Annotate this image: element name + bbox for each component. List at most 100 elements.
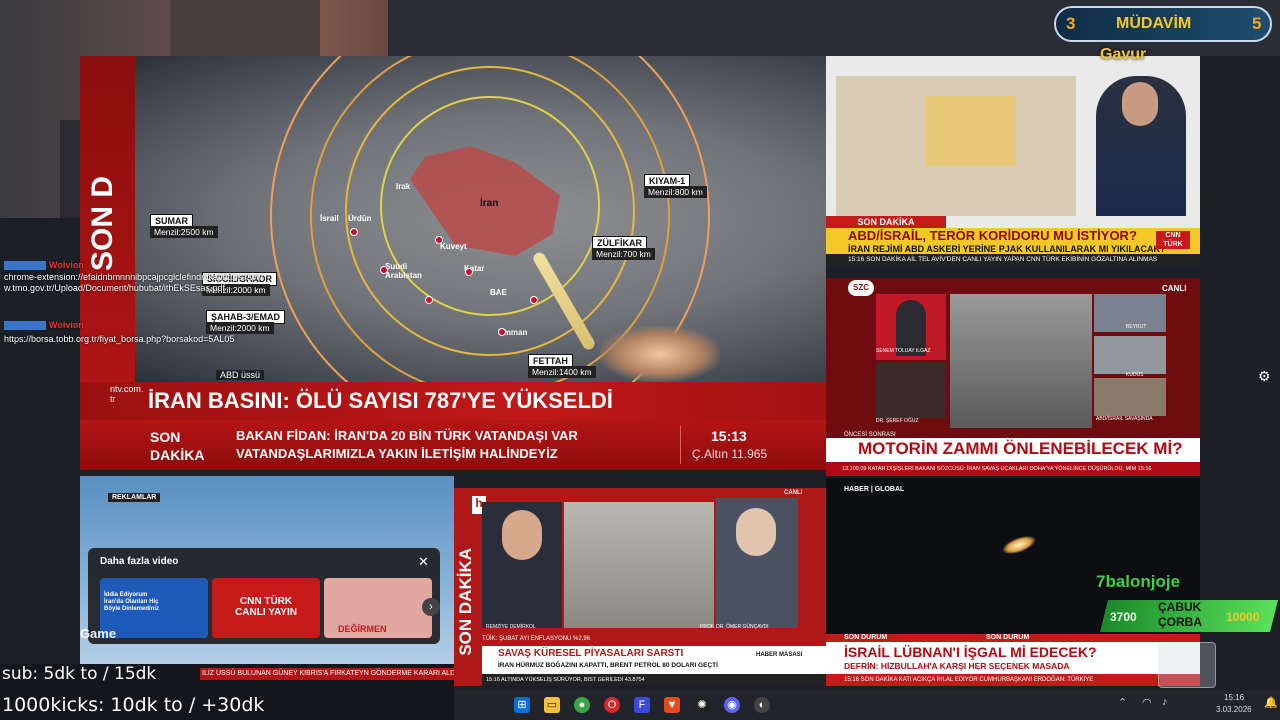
tuik-line: TÜİK: ŞUBAT AYI ENFLASYONU %2,96 xyxy=(482,636,591,642)
ntv-headline: İRAN BASINI: ÖLÜ SAYISI 787'YE YÜKSELDİ xyxy=(148,388,613,413)
ntv-ticker: SON DAKİKA BAKAN FİDAN: İRAN'DA 20 BİN T… xyxy=(80,420,826,470)
side-text: SON D xyxy=(86,176,119,272)
ntv-headline-bar: ntv.com.tr İRAN BASINI: ÖLÜ SAYISI 787'Y… xyxy=(80,382,826,420)
video-card[interactable]: CNN TÜRK CANLI YAYIN xyxy=(212,578,320,638)
szc-logo: SZC xyxy=(848,280,874,296)
place-label: BAE xyxy=(490,288,507,297)
base-dot xyxy=(380,266,388,274)
ntv-logo: ntv.com.tr xyxy=(110,384,144,404)
video-card[interactable]: DEĞİRMEN xyxy=(324,578,432,638)
gavur-label: Gavur xyxy=(1100,46,1147,63)
goal-left-number: 3700 xyxy=(1110,610,1137,624)
guest-face xyxy=(736,508,776,556)
rocket-trail xyxy=(1000,532,1038,558)
haber-sub: DEFRİN: HİZBULLAH'A KARŞI HER SEÇENEK MA… xyxy=(844,661,1070,671)
chat-header: Wolvion xyxy=(4,320,84,331)
chrome-icon[interactable]: ● xyxy=(574,697,590,713)
cup-graphic xyxy=(1158,642,1216,688)
app-icon[interactable]: F xyxy=(634,697,650,713)
person-frame xyxy=(876,362,946,418)
base-dot xyxy=(530,296,538,304)
son-dakika-label: SON DAKİKA xyxy=(826,216,946,228)
video-card-title: CNN TÜRK CANLI YAYIN xyxy=(235,596,297,618)
file-explorer-icon[interactable]: ▭ xyxy=(544,697,560,713)
place-label: Suudi Arabistan xyxy=(385,262,422,280)
szc-ticker: 13.109,09 KATAR DIŞİŞLERİ BAKANI SÖZCÜSÜ… xyxy=(826,462,1200,476)
chatgpt-icon[interactable]: ✺ xyxy=(694,697,710,713)
opera-icon[interactable]: O xyxy=(604,697,620,713)
iran-highlight xyxy=(926,96,1016,166)
cnn-panel: SON DAKİKA ABD/İSRAİL, TERÖR KORİDORU MU… xyxy=(826,56,1200,266)
notification-icon[interactable]: 🔔 xyxy=(1264,696,1278,709)
halk-ticker: 15:16 ALTINDA YÜKSELİŞ SÜRÜYOR, BIST GER… xyxy=(482,674,826,686)
chat-message[interactable]: https://borsa.tobb.org.tr/fiyat_borsa.ph… xyxy=(4,334,270,345)
taskbar-date[interactable]: 3.03.2026 xyxy=(1216,705,1252,714)
video-card-title: DEĞİRMEN xyxy=(338,624,387,634)
score-left: 3 xyxy=(1066,14,1076,33)
sub-timer-text: sub: 5dk to / 15dk xyxy=(2,664,157,684)
ntv-time: 15:13 xyxy=(711,428,747,444)
person-caption: REMZİYE DEMİRKOL xyxy=(486,624,536,630)
szc-panel: SZC CANLI SENEM TOLUAY ILGAZ DR. ŞEREF O… xyxy=(826,278,1200,476)
chat-username: Wolvion xyxy=(49,320,84,330)
cnn-sub: İRAN REJİMİ ABD ASKERİ YERİNE PJAK KULLA… xyxy=(848,244,1166,254)
son-dakika-label: SON DAKİKA xyxy=(150,429,205,463)
missile-range: Menzil:800 km xyxy=(644,186,707,198)
more-videos-title: Daha fazla video xyxy=(100,556,179,567)
place-label: İsrail xyxy=(320,214,339,223)
base-dot xyxy=(435,236,443,244)
person-caption: DR. ŞEREF OĞUZ xyxy=(876,418,919,424)
place-label: Irak xyxy=(396,182,411,191)
ticker-line: VATANDAŞLARIMIZLA YAKIN İLETİŞİM HALİNDE… xyxy=(236,446,558,461)
close-icon[interactable]: ✕ xyxy=(418,554,429,570)
base-dot xyxy=(498,328,506,336)
goal-right-number: 10000 xyxy=(1226,610,1260,624)
base-dot xyxy=(425,296,433,304)
brave-icon[interactable]: ▼ xyxy=(664,697,680,713)
obs-icon[interactable]: ◐ xyxy=(754,697,770,713)
thumb xyxy=(1094,336,1166,374)
missile-range: Menzil:700 km xyxy=(592,248,655,260)
taskbar: ⊞ ▭ ● O F ▼ ✺ ◉ ◐ ⌃ ◠ ♪ 15:16 3.03.2026 … xyxy=(454,690,1280,720)
car-footage xyxy=(950,294,1092,428)
cnn-ticker: 15:16 SON DAKİKA AİL TEL AVİV'DEN CANLI … xyxy=(826,254,1200,266)
windows-start-icon[interactable]: ⊞ xyxy=(514,697,530,713)
score-widget: 3 MÜDAVİM 5 xyxy=(1054,6,1272,42)
chat-message[interactable]: chrome-extension://efaidnbmnnnibpcajpcgl… xyxy=(4,272,266,294)
gold-price: Ç.Altın 11.965 xyxy=(692,447,768,461)
volume-icon[interactable]: ♪ xyxy=(1162,696,1168,708)
missile-range: Menzil:2500 km xyxy=(150,226,218,238)
cabuk-corba-label: ÇABUK ÇORBA xyxy=(1158,600,1202,629)
video-card[interactable]: İddia Ediyorum İran'da Olanları Hiç Böyl… xyxy=(100,578,208,638)
smoke-plume xyxy=(600,326,720,382)
anchor-face xyxy=(502,510,542,560)
chevron-up-icon[interactable]: ⌃ xyxy=(1118,696,1127,709)
chat-header: Wolvion xyxy=(4,260,84,271)
missile-range: Menzil:1400 km xyxy=(528,366,596,378)
city-footage xyxy=(564,502,714,628)
chevron-right-icon[interactable]: › xyxy=(422,598,440,616)
thumb-caption: ABD/İSRAİL SAVAŞINDA xyxy=(1096,416,1153,422)
cnn-headline: ABD/İSRAİL, TERÖR KORİDORU MU İSTİYOR? xyxy=(848,228,1137,243)
chat-overlay: Wolvion chrome-extension://efaidnbmnnnib… xyxy=(0,258,270,350)
divider xyxy=(680,426,681,464)
wifi-icon[interactable]: ◠ xyxy=(1142,696,1152,709)
halk-headline: SAVAŞ KÜRESEL PİYASALARI SARSTI xyxy=(498,648,684,659)
kicks-timer-text: 1000kicks: 10dk to / +30dk xyxy=(2,694,265,716)
balon-label: 7balonjoje xyxy=(1096,572,1181,591)
base-dot xyxy=(465,268,473,276)
szc-headline: MOTORİN ZAMMI ÖNLENEBİLECEK Mİ? xyxy=(858,439,1183,458)
bynogame-watermark: ByNoGame xyxy=(80,626,117,641)
score-label: MÜDAVİM xyxy=(1116,15,1192,32)
gear-icon[interactable]: ⚙ xyxy=(1258,368,1271,385)
canli-badge: CANLI xyxy=(1162,284,1187,293)
iran-label: İran xyxy=(480,198,499,209)
score-right: 5 xyxy=(1252,14,1262,33)
ntv-bottom-ticker: ILİZ USSÜ BULUNAN GÜNEY KIBRIS'A FIRKATE… xyxy=(200,668,454,680)
cnn-logo: CNN TÜRK xyxy=(1156,231,1190,249)
son-dakika-label: SON DAKİKA xyxy=(456,548,475,656)
taskbar-time[interactable]: 15:16 xyxy=(1224,693,1244,702)
presenter-face xyxy=(1122,82,1158,126)
ads-label: REKLAMLAR xyxy=(108,493,161,502)
discord-icon[interactable]: ◉ xyxy=(724,697,740,713)
